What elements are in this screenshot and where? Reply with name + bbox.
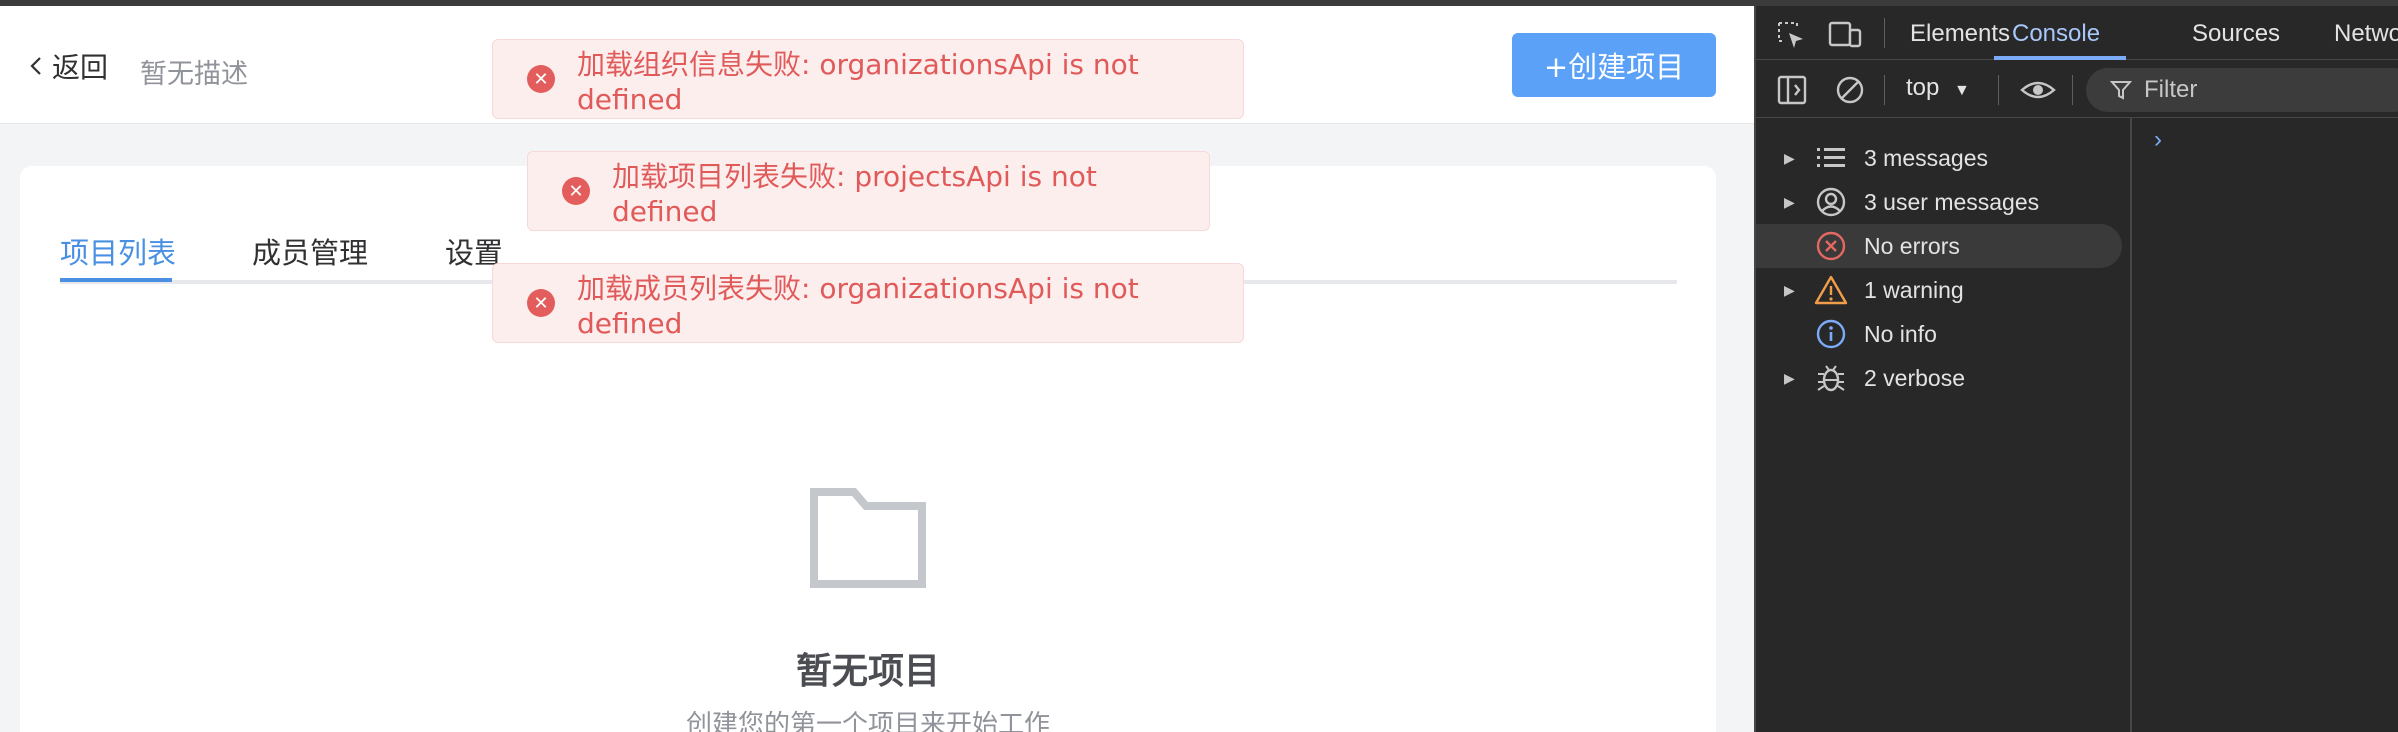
caret-down-icon: ▼ xyxy=(1954,82,1970,99)
devtools-tab-network[interactable]: Network xyxy=(2334,20,2398,48)
active-tab-indicator xyxy=(60,278,172,282)
bug-icon xyxy=(1814,361,1848,395)
tab-project-list[interactable]: 项目列表 xyxy=(60,230,176,272)
toast-message: 加载成员列表失败: organizationsApi is not define… xyxy=(577,271,1139,340)
error-icon: ✕ xyxy=(562,177,590,205)
device-toolbar-icon[interactable] xyxy=(1828,20,1862,50)
tab-member-management[interactable]: 成员管理 xyxy=(252,230,368,272)
console-prompt[interactable]: › xyxy=(2154,126,2162,154)
warning-icon xyxy=(1814,273,1848,307)
sidebar-item-messages[interactable]: ▶ 3 messages xyxy=(1756,136,2132,180)
separator xyxy=(2072,75,2073,105)
devtools-panel: Elements Console Sources Network top ▼ xyxy=(1754,6,2398,732)
expand-arrow-icon: ▶ xyxy=(1784,281,1795,298)
sidebar-item-label: 3 user messages xyxy=(1864,188,2040,215)
filter-icon xyxy=(2110,81,2132,100)
inspect-element-icon[interactable] xyxy=(1776,20,1806,50)
filter-placeholder: Filter xyxy=(2144,76,2198,103)
separator xyxy=(1884,75,1885,105)
sidebar-item-info[interactable]: No info xyxy=(1756,312,2132,356)
back-button[interactable]: 返回 xyxy=(26,46,108,86)
app-page: 返回 暂无描述 +创建项目 项目列表 成员管理 设置 暂无项目 创建您的第一个项… xyxy=(0,6,1754,732)
devtools-tab-console[interactable]: Console xyxy=(2012,20,2100,48)
empty-state-title: 暂无项目 xyxy=(795,651,940,692)
folder-icon xyxy=(810,488,926,588)
devtools-tab-bar: Elements Console Sources Network xyxy=(1756,6,2398,60)
content-card: 项目列表 成员管理 设置 暂无项目 创建您的第一个项目来开始工作 xyxy=(20,166,1716,732)
error-icon: ✕ xyxy=(527,289,555,317)
sidebar-item-label: No info xyxy=(1864,320,1937,347)
back-label: 返回 xyxy=(52,51,109,84)
console-filter-input[interactable]: Filter xyxy=(2086,68,2398,112)
empty-state-subtitle: 创建您的第一个项目来开始工作 xyxy=(685,710,1050,732)
user-icon xyxy=(1814,185,1848,219)
info-icon xyxy=(1814,317,1848,351)
sidebar-item-label: 1 warning xyxy=(1864,276,1964,303)
console-toolbar: top ▼ Filter xyxy=(1756,62,2398,118)
error-icon xyxy=(1814,229,1848,263)
project-description: 暂无描述 xyxy=(140,59,248,90)
devtools-tab-sources[interactable]: Sources xyxy=(2192,20,2280,48)
live-expression-eye-icon[interactable] xyxy=(2020,74,2056,106)
sidebar-toggle-icon[interactable] xyxy=(1776,74,1808,106)
list-icon xyxy=(1814,141,1848,175)
toast-message: 加载项目列表失败: projectsApi is not defined xyxy=(612,159,1097,228)
sidebar-item-warnings[interactable]: ▶ 1 warning xyxy=(1756,268,2132,312)
toast-message: 加载组织信息失败: organizationsApi is not define… xyxy=(577,47,1139,116)
active-devtools-tab-indicator xyxy=(1994,56,2126,60)
chevron-left-icon xyxy=(30,57,41,75)
sidebar-item-errors[interactable]: No errors xyxy=(1756,224,2122,268)
expand-arrow-icon: ▶ xyxy=(1784,149,1795,166)
expand-arrow-icon: ▶ xyxy=(1784,369,1795,386)
error-toast-projects: ✕ 加载项目列表失败: projectsApi is not defined xyxy=(527,151,1210,231)
expand-arrow-icon: ▶ xyxy=(1784,193,1795,210)
context-value: top xyxy=(1906,74,1940,101)
separator xyxy=(1884,18,1885,48)
error-icon: ✕ xyxy=(527,65,555,93)
create-project-button[interactable]: +创建项目 xyxy=(1512,33,1716,97)
error-toast-members: ✕ 加载成员列表失败: organizationsApi is not defi… xyxy=(492,263,1244,343)
sidebar-item-label: 3 messages xyxy=(1864,144,1989,171)
sidebar-item-label: 2 verbose xyxy=(1864,364,1966,391)
sidebar-item-user-messages[interactable]: ▶ 3 user messages xyxy=(1756,180,2132,224)
sidebar-item-verbose[interactable]: ▶ 2 verbose xyxy=(1756,356,2132,400)
devtools-tab-elements[interactable]: Elements xyxy=(1910,20,2010,48)
clear-console-icon[interactable] xyxy=(1834,74,1866,106)
sidebar-item-label: No errors xyxy=(1864,232,1960,259)
separator xyxy=(1998,75,1999,105)
context-selector[interactable]: top ▼ xyxy=(1906,74,1970,102)
error-toast-organization: ✕ 加载组织信息失败: organizationsApi is not defi… xyxy=(492,39,1244,119)
console-sidebar: ▶ 3 messages ▶ 3 user messages No errors… xyxy=(1756,118,2132,732)
